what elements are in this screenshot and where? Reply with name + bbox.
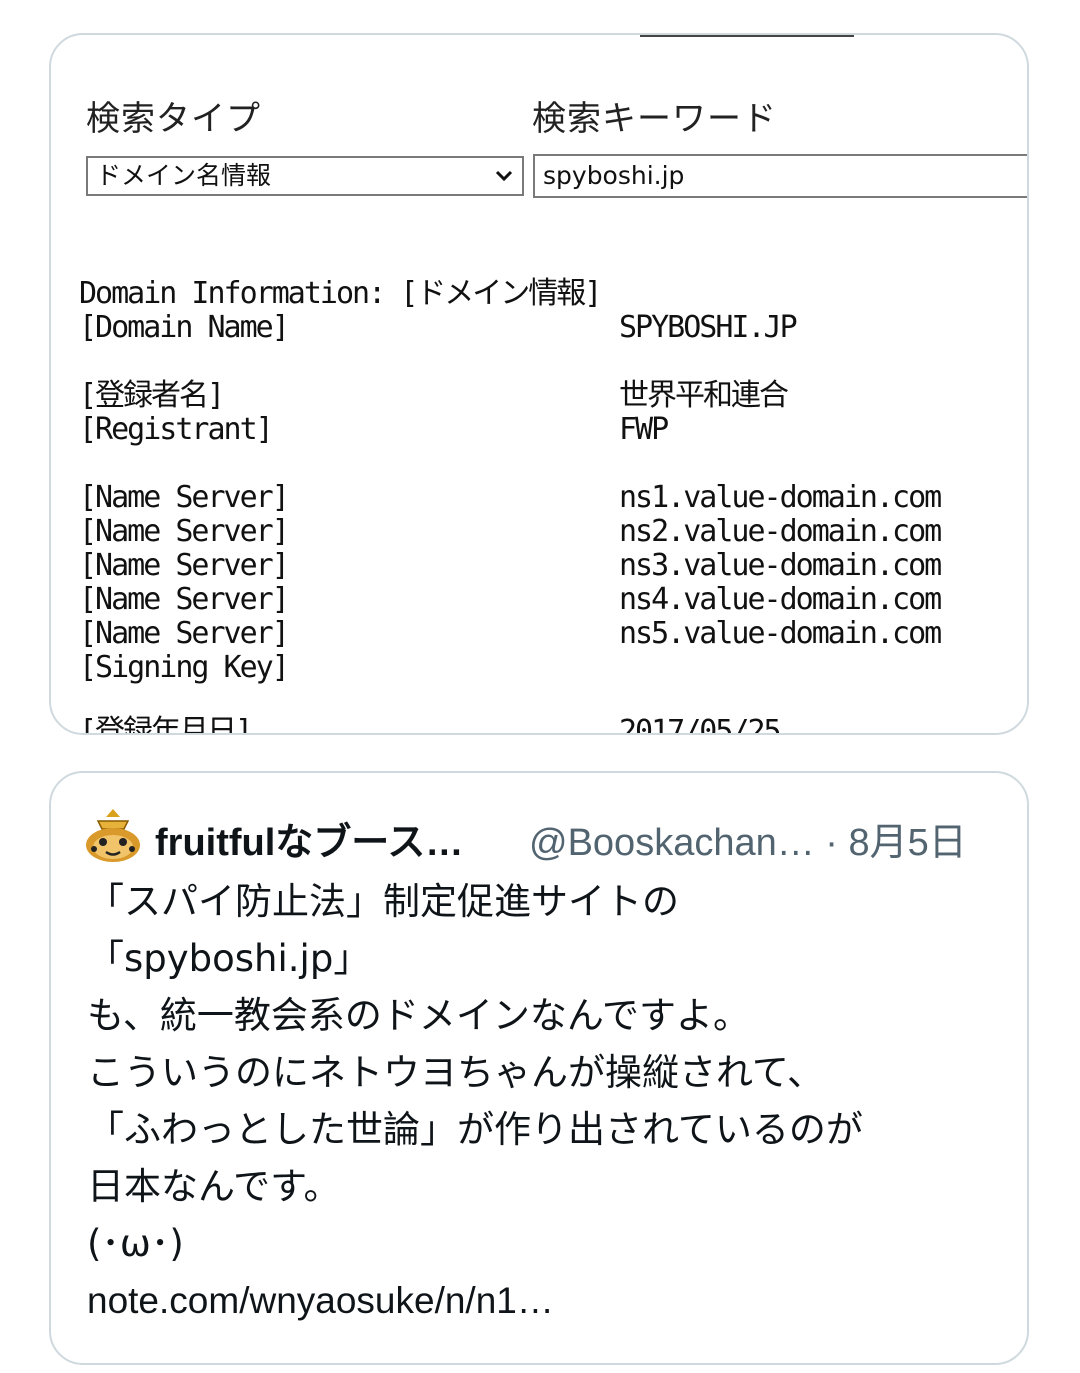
whois-value: ns4.value-domain.com	[619, 582, 942, 617]
whois-screenshot-card: 検索タイプ 検索キーワード ドメイン名情報 spyboshi.jp Domain…	[49, 33, 1029, 735]
tweet-line: も、統一教会系のドメインなんですよ。	[87, 994, 751, 1037]
tweet-link[interactable]: note.com/wnyaosuke/n/n1…	[87, 1272, 1017, 1329]
boosuka-avatar-icon	[86, 809, 140, 862]
whois-key: [Name Server]	[79, 480, 290, 515]
tweet-handle-date[interactable]: @Booskachan… · 8月5日	[529, 811, 967, 866]
avatar[interactable]	[84, 809, 142, 863]
tweet-line: 「スパイ防止法」制定促進サイトの	[87, 880, 679, 923]
whois-value: FWP	[619, 412, 669, 447]
whois-value: ns5.value-domain.com	[619, 616, 942, 651]
whois-key: [Signing Key]	[79, 650, 290, 685]
tweet-line: 「ふわっとした世論」が作り出されているのが	[87, 1108, 863, 1151]
whois-key: [Name Server]	[79, 582, 290, 617]
search-keyword-input[interactable]: spyboshi.jp	[533, 154, 1027, 198]
whois-value: 世界平和連合	[619, 378, 789, 413]
search-type-select[interactable]: ドメイン名情報	[86, 156, 524, 196]
tweet-line: 日本なんです。	[87, 1165, 341, 1208]
whois-value: SPYBOSHI.JP	[619, 310, 798, 345]
whois-value: ns1.value-domain.com	[619, 480, 942, 515]
search-type-value: ドメイン名情報	[96, 161, 272, 190]
whois-header-line: Domain Information: [ドメイン情報]	[79, 276, 602, 311]
divider	[640, 35, 854, 37]
tweet-line: (･ω･)	[87, 1222, 184, 1265]
whois-key: [Registrant]	[79, 412, 274, 447]
tweet-display-name[interactable]: fruitfulなブース…	[155, 811, 463, 866]
quoted-tweet-card[interactable]: fruitfulなブース… @Booskachan… · 8月5日 「スパイ防止…	[49, 771, 1029, 1365]
whois-key: [登録年月日]	[79, 714, 253, 735]
search-type-label: 検索タイプ	[86, 99, 261, 139]
whois-key: [Name Server]	[79, 616, 290, 651]
whois-key: [Domain Name]	[79, 310, 290, 345]
whois-key: [登録者名]	[79, 378, 225, 413]
search-keyword-label: 検索キーワード	[532, 99, 777, 139]
whois-key: [Name Server]	[79, 548, 290, 583]
chevron-down-icon	[494, 158, 514, 206]
whois-value: ns2.value-domain.com	[619, 514, 942, 549]
tweet-line: 「spyboshi.jp」	[87, 937, 371, 980]
tweet-line: こういうのにネトウヨちゃんが操縦されて、	[87, 1051, 825, 1094]
whois-value: ns3.value-domain.com	[619, 548, 942, 583]
whois-value: 2017/05/25	[619, 714, 782, 735]
whois-key: [Name Server]	[79, 514, 290, 549]
tweet-text: 「スパイ防止法」制定促進サイトの 「spyboshi.jp」 も、統一教会系のド…	[87, 873, 1017, 1329]
